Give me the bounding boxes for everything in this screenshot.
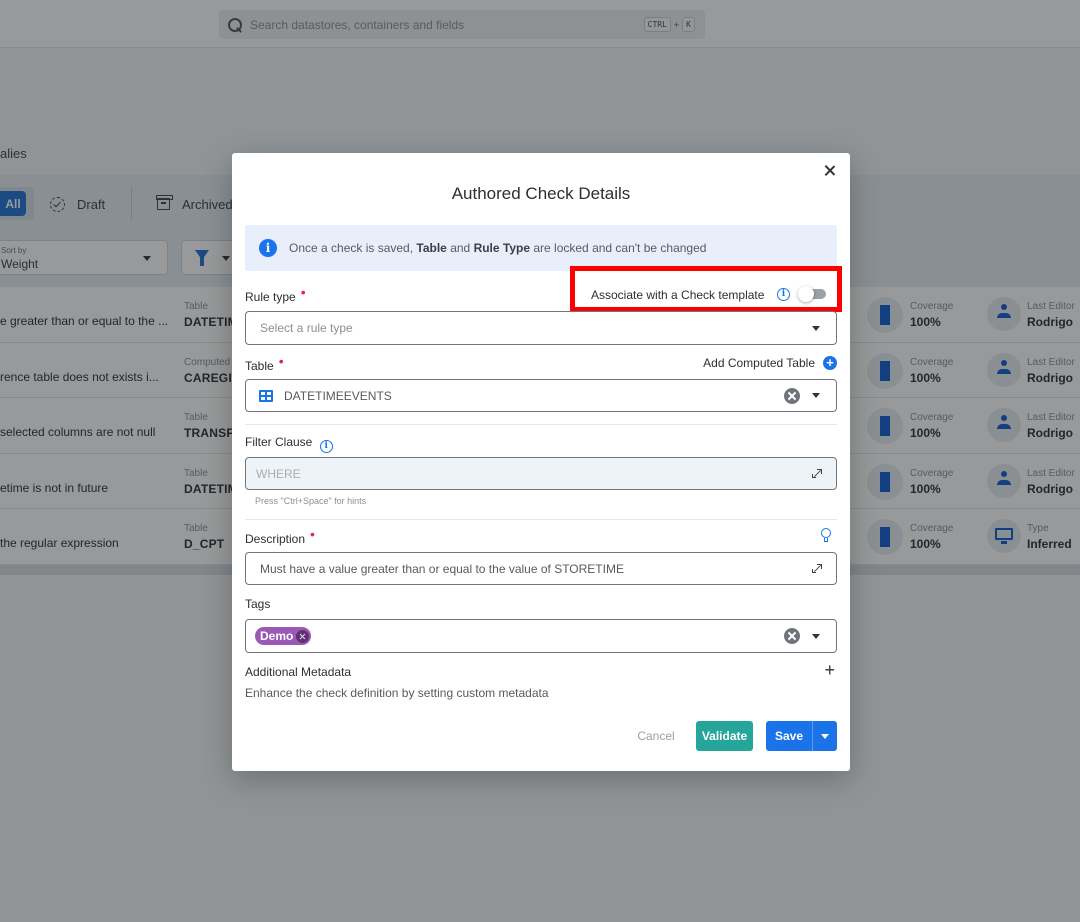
description-label: Description • [245,526,315,546]
table-icon [259,389,273,402]
tag-label: Demo [260,629,294,643]
required-indicator: • [300,284,306,300]
additional-metadata-description: Enhance the check definition by setting … [245,686,549,700]
table-label-text: Table [245,359,274,373]
filter-clause-placeholder: WHERE [256,466,301,481]
required-indicator: • [278,353,284,369]
add-computed-table-button[interactable]: Add Computed Table + [703,356,837,370]
chevron-down-icon [812,393,820,398]
info-text-rule-type: Rule Type [473,241,531,255]
check-template-label: Associate with a Check template [591,288,765,302]
table-select[interactable]: DATETIMEEVENTS [245,379,837,412]
info-text: Once a check is saved, Table and Rule Ty… [289,241,706,255]
info-banner: i Once a check is saved, Table and Rule … [245,225,837,271]
table-value: DATETIMEEVENTS [284,388,392,403]
tags-label: Tags [245,597,271,611]
required-indicator: • [310,526,315,542]
chevron-down-icon [812,633,820,639]
cancel-button[interactable]: Cancel [630,721,682,751]
chevron-down-icon [812,325,820,331]
additional-metadata-title: Additional Metadata [245,665,352,679]
clear-icon[interactable] [784,628,800,644]
save-button[interactable]: Save [766,721,813,751]
rule-type-select[interactable]: Select a rule type [245,311,837,345]
expand-icon[interactable] [812,468,822,479]
info-text-table: Table [416,241,447,255]
close-icon[interactable] [824,165,836,177]
filter-clause-label-text: Filter Clause [245,435,313,449]
clear-icon[interactable] [784,387,800,404]
tags-select[interactable]: Demo [245,619,837,653]
validate-button[interactable]: Validate [696,721,753,751]
lightbulb-icon[interactable] [821,528,831,543]
check-template-toggle[interactable] [798,286,828,302]
add-metadata-icon[interactable]: + [824,661,835,679]
remove-tag-icon[interactable] [296,629,310,643]
info-icon: i [259,239,277,257]
tag-chip: Demo [255,627,312,645]
add-computed-table-label: Add Computed Table [703,356,815,370]
filter-clause-input[interactable]: WHERE [245,457,837,490]
divider [245,424,837,425]
rule-type-label-text: Rule type [245,290,296,304]
rule-type-placeholder: Select a rule type [260,321,353,335]
table-label: Table • [245,353,284,373]
description-label-text: Description [245,532,306,546]
filter-clause-label: Filter Clause i [245,435,333,453]
authored-check-dialog: Authored Check Details i Once a check is… [232,153,850,771]
description-value: Must have a value greater than or equal … [260,561,624,576]
dialog-title: Authored Check Details [451,184,631,203]
expand-icon[interactable] [812,563,822,574]
save-options-dropdown[interactable] [813,721,837,751]
info-icon[interactable]: i [777,288,790,301]
divider [245,519,837,520]
info-text-suffix: are locked and can't be changed [530,241,707,255]
add-icon: + [823,356,837,370]
chevron-down-icon [821,733,829,739]
info-text-prefix: Once a check is saved, [289,241,417,255]
filter-clause-hint: Press "Ctrl+Space" for hints [255,496,367,506]
info-icon[interactable]: i [319,440,333,453]
save-button-group: Save [766,721,837,751]
info-text-mid: and [446,241,474,255]
description-input[interactable]: Must have a value greater than or equal … [245,552,837,585]
rule-type-label: Rule type • [245,284,306,304]
toggle-knob [798,286,814,302]
